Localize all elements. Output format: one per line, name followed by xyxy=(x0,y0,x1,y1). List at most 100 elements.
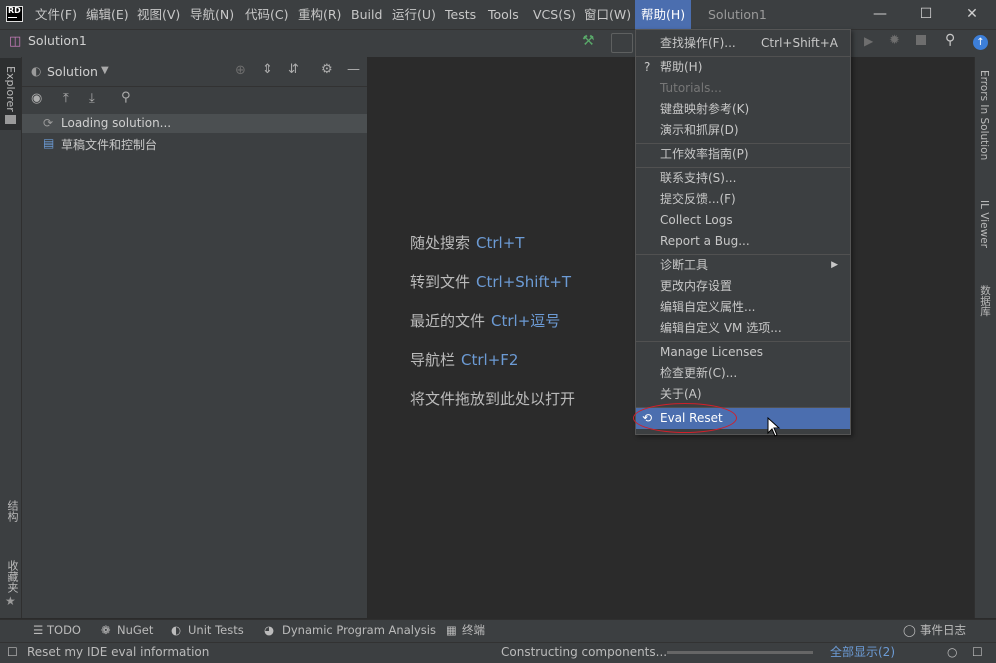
database-tab[interactable]: 数据库 xyxy=(978,285,993,317)
menu-tools[interactable]: Tools xyxy=(488,0,519,29)
gear-icon[interactable]: ⚙ xyxy=(321,62,333,77)
menu-item-help[interactable]: ? 帮助(H) xyxy=(636,57,850,78)
menu-window[interactable]: 窗口(W) xyxy=(584,0,631,29)
hide-panel-icon[interactable]: — xyxy=(347,62,360,77)
hint-goto-file: 转到文件 Ctrl+Shift+T xyxy=(410,273,572,291)
menu-item-licenses[interactable]: Manage Licenses xyxy=(636,342,850,363)
status-message: Reset my IDE eval information xyxy=(27,645,210,659)
solution-icon: ◫ xyxy=(9,34,22,49)
menu-item-tutorials: Tutorials... xyxy=(660,81,722,95)
panel-toggle-icon[interactable]: ☐ xyxy=(7,642,18,662)
progress-bar xyxy=(667,651,813,654)
update-icon[interactable]: ↑ xyxy=(973,35,988,50)
il-viewer-tab[interactable]: IL Viewer xyxy=(978,200,990,248)
tool-event-log[interactable]: 事件日志 xyxy=(920,619,966,642)
question-icon: ? xyxy=(644,60,651,74)
tool-unit-tests[interactable]: Unit Tests xyxy=(188,619,244,642)
mouse-cursor-icon xyxy=(767,417,781,437)
help-menu-dropdown: 查找操作(F)... Ctrl+Shift+A ? 帮助(H) Tutorials.… xyxy=(635,29,851,435)
annotation-ellipse xyxy=(633,403,737,433)
move-down-icon[interactable]: ⤓ xyxy=(89,91,95,106)
menu-item-custom-vm[interactable]: 编辑自定义 VM 选项... xyxy=(636,318,850,339)
show-files-icon[interactable]: ◉ xyxy=(31,91,42,106)
hint-drop-files: 将文件拖放到此处以打开 xyxy=(410,390,576,408)
menu-item-productivity[interactable]: 工作效率指南(P) xyxy=(636,144,850,165)
menu-item-report-bug[interactable]: Report a Bug... xyxy=(636,231,850,252)
menu-item-collect-logs[interactable]: Collect Logs xyxy=(636,210,850,231)
star-icon: ★ xyxy=(5,594,16,608)
menu-item-demos[interactable]: 演示和抓屏(D) xyxy=(636,120,850,141)
run-config-selector[interactable] xyxy=(611,33,633,53)
menu-run[interactable]: 运行(U) xyxy=(392,0,436,29)
terminal-icon: ▦ xyxy=(446,623,457,637)
menu-item-diagnostic[interactable]: 诊断工具 ▶ xyxy=(636,255,850,276)
unit-tests-icon: ◐ xyxy=(171,623,182,637)
hint-search-everywhere: 随处搜索 Ctrl+T xyxy=(410,234,525,252)
menu-vcs[interactable]: VCS(S) xyxy=(533,0,576,29)
menu-item-custom-properties[interactable]: 编辑自定义属性... xyxy=(636,297,850,318)
explorer-title[interactable]: Solution xyxy=(47,64,98,79)
errors-in-solution-tab[interactable]: Errors In Solution xyxy=(978,70,990,160)
tool-todo[interactable]: TODO xyxy=(47,619,81,642)
status-circle-icon[interactable]: ○ xyxy=(947,642,957,662)
debug-icon[interactable]: ✹ xyxy=(889,33,900,48)
menu-code[interactable]: 代码(C) xyxy=(245,0,288,29)
search-icon[interactable]: ⚲ xyxy=(945,32,955,48)
tree-item-label: Loading solution... xyxy=(61,116,172,130)
run-icon[interactable]: ▶ xyxy=(864,34,873,48)
app-logo-icon: RD xyxy=(6,6,23,22)
menu-item-keymap[interactable]: 键盘映射参考(K) xyxy=(636,99,850,120)
menu-edit[interactable]: 编辑(E) xyxy=(86,0,129,29)
menu-file[interactable]: 文件(F) xyxy=(35,0,77,29)
stop-icon[interactable] xyxy=(916,35,926,45)
menu-tests[interactable]: Tests xyxy=(445,0,476,29)
move-up-icon[interactable]: ⤒ xyxy=(63,91,69,106)
menu-item-memory[interactable]: 更改内存设置 xyxy=(636,276,850,297)
progress-text: Constructing components... xyxy=(501,645,668,659)
solution-view-icon: ◐ xyxy=(31,64,42,78)
menu-build[interactable]: Build xyxy=(351,0,382,29)
window-title: Solution1 xyxy=(708,7,767,22)
favorites-tab[interactable]: 收藏夹 xyxy=(4,560,20,593)
folder-icon xyxy=(5,115,16,124)
collapse-all-icon[interactable]: ⇵ xyxy=(288,62,299,77)
build-hammer-icon[interactable]: ⚒ xyxy=(582,33,595,49)
menu-view[interactable]: 视图(V) xyxy=(137,0,180,29)
todo-list-icon: ☰ xyxy=(33,623,44,637)
menu-navigate[interactable]: 导航(N) xyxy=(190,0,234,29)
tool-terminal[interactable]: 终端 xyxy=(462,619,485,642)
menu-item-about[interactable]: 关于(A) xyxy=(636,384,850,405)
locate-icon[interactable]: ⊕ xyxy=(235,63,246,78)
explorer-toolbar xyxy=(22,87,367,112)
explorer-tree xyxy=(22,112,368,618)
explorer-tab-label: Explorer xyxy=(4,66,17,112)
loading-spinner-icon: ⟳ xyxy=(43,116,54,130)
menu-item-support[interactable]: 联系支持(S)... xyxy=(636,168,850,189)
menu-item-feedback[interactable]: 提交反馈...(F) xyxy=(636,189,850,210)
submenu-arrow-icon: ▶ xyxy=(831,260,838,270)
menu-item-find-action[interactable]: 查找操作(F)... Ctrl+Shift+A xyxy=(636,33,850,54)
minimize-icon[interactable]: — xyxy=(857,0,903,29)
menu-help[interactable]: 帮助(H) xyxy=(635,0,692,29)
left-tool-strip xyxy=(0,57,22,618)
maximize-icon[interactable]: ☐ xyxy=(903,0,949,29)
status-square-icon[interactable]: ☐ xyxy=(972,642,983,662)
structure-tab[interactable]: 结构 xyxy=(4,500,20,522)
close-icon[interactable]: ✕ xyxy=(949,0,995,29)
tool-dynamic-program-analysis[interactable]: Dynamic Program Analysis xyxy=(282,619,436,642)
menu-item-check-updates[interactable]: 检查更新(C)... xyxy=(636,363,850,384)
nuget-icon: ❁ xyxy=(101,623,111,637)
tool-nuget[interactable]: NuGet xyxy=(117,619,153,642)
hint-navigation-bar: 导航栏 Ctrl+F2 xyxy=(410,351,519,369)
search-icon[interactable]: ⚲ xyxy=(121,90,131,105)
breadcrumb[interactable]: Solution1 xyxy=(28,33,87,48)
expand-all-icon[interactable]: ⇕ xyxy=(262,62,273,77)
scratches-icon: ▤ xyxy=(43,136,55,150)
hint-recent-files: 最近的文件 Ctrl+逗号 xyxy=(410,312,561,330)
menu-refactor[interactable]: 重构(R) xyxy=(298,0,341,29)
show-all-link[interactable]: 全部显示(2) xyxy=(830,642,895,662)
dpa-icon: ◕ xyxy=(264,623,275,637)
chevron-down-icon[interactable]: ▼ xyxy=(101,65,109,76)
tree-item-scratches[interactable]: 草稿文件和控制台 xyxy=(61,136,157,153)
event-log-icon: ◯ xyxy=(903,623,916,637)
